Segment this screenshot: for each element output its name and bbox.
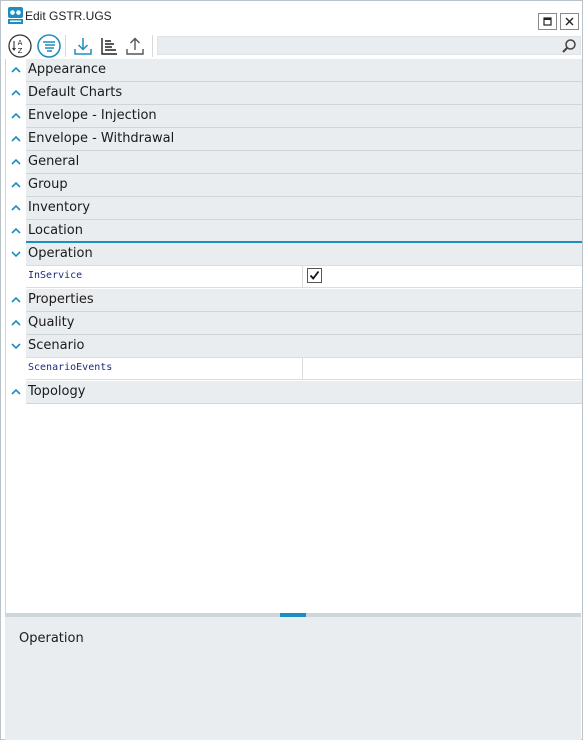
category-inventory[interactable]: Inventory [6, 197, 582, 220]
property-name-cell[interactable]: ScenarioEvents [26, 358, 303, 379]
category-label: Group [28, 177, 68, 192]
category-appearance[interactable]: Appearance [6, 59, 582, 82]
property-row-scenarioevents: ScenarioEvents [26, 357, 582, 380]
maximize-button[interactable] [538, 13, 557, 30]
search-input[interactable] [157, 36, 581, 55]
description-title: Operation [19, 631, 84, 646]
chevron-up-icon[interactable] [9, 224, 23, 238]
chevron-up-icon[interactable] [9, 109, 23, 123]
property-grid: Appearance Default Charts Envelope - Inj… [5, 59, 582, 614]
categorized-icon [37, 34, 61, 58]
toolbar: A Z [3, 32, 581, 59]
maximize-icon [543, 17, 552, 26]
chevron-up-icon[interactable] [9, 132, 23, 146]
category-label: Location [28, 223, 83, 238]
toolbar-separator [152, 35, 153, 57]
category-label: Properties [28, 292, 94, 307]
category-group[interactable]: Group [6, 174, 582, 197]
chevron-up-icon[interactable] [9, 201, 23, 215]
category-header [26, 381, 582, 404]
property-name: InService [28, 270, 83, 281]
toolbar-separator [65, 35, 66, 57]
category-header [26, 243, 582, 266]
chevron-up-icon[interactable] [9, 316, 23, 330]
category-envelope-injection[interactable]: Envelope - Injection [6, 105, 582, 128]
category-header [26, 335, 582, 358]
import-button[interactable] [70, 33, 96, 59]
property-row-inservice: InService [26, 265, 582, 288]
category-label: Appearance [28, 62, 107, 77]
category-location[interactable]: Location [6, 220, 582, 243]
property-value-cell[interactable] [304, 358, 581, 379]
category-quality[interactable]: Quality [6, 312, 582, 335]
category-operation[interactable]: Operation [6, 243, 582, 266]
category-scenario[interactable]: Scenario [6, 335, 582, 358]
tree-view-icon [101, 38, 117, 55]
edit-window: Edit GSTR.UGS A Z Appearance Default Cha… [0, 0, 583, 740]
category-label: General [28, 154, 80, 169]
export-icon [126, 37, 144, 55]
category-properties[interactable]: Properties [6, 289, 582, 312]
category-header [26, 174, 582, 197]
window-title: Edit GSTR.UGS [25, 9, 112, 23]
title-bar: Edit GSTR.UGS [1, 1, 582, 32]
chevron-down-icon[interactable] [9, 339, 23, 353]
category-label: Inventory [28, 200, 91, 215]
category-label: Operation [28, 246, 93, 261]
property-name-cell[interactable]: InService [26, 266, 303, 287]
property-value-cell[interactable] [304, 266, 581, 287]
checkmark-icon [309, 270, 320, 280]
property-name: ScenarioEvents [28, 362, 113, 373]
category-general[interactable]: General [6, 151, 582, 174]
category-label: Quality [28, 315, 75, 330]
description-panel: Operation [5, 617, 581, 740]
close-icon [565, 17, 574, 26]
categorized-button[interactable] [36, 33, 62, 59]
category-label: Topology [28, 384, 86, 399]
category-topology[interactable]: Topology [6, 381, 582, 404]
category-label: Scenario [28, 338, 85, 353]
category-label: Envelope - Injection [28, 108, 157, 123]
chevron-down-icon[interactable] [9, 247, 23, 261]
category-default-charts[interactable]: Default Charts [6, 82, 582, 105]
close-button[interactable] [560, 13, 579, 30]
export-button[interactable] [122, 33, 148, 59]
category-label: Default Charts [28, 85, 123, 100]
category-header [26, 289, 582, 312]
category-label: Envelope - Withdrawal [28, 131, 175, 146]
search-icon[interactable] [561, 38, 577, 54]
tree-view-button[interactable] [96, 33, 122, 59]
chevron-up-icon[interactable] [9, 155, 23, 169]
chevron-up-icon[interactable] [9, 293, 23, 307]
chevron-up-icon[interactable] [9, 385, 23, 399]
category-header [26, 59, 582, 82]
inservice-checkbox[interactable] [307, 268, 322, 283]
svg-text:Z: Z [18, 47, 23, 55]
category-header [26, 220, 582, 243]
category-envelope-withdrawal[interactable]: Envelope - Withdrawal [6, 128, 582, 151]
chevron-up-icon[interactable] [9, 178, 23, 192]
chevron-up-icon[interactable] [9, 86, 23, 100]
app-logo-icon [8, 7, 23, 24]
category-header [26, 312, 582, 335]
chevron-up-icon[interactable] [9, 63, 23, 77]
category-header [26, 197, 582, 220]
import-icon [74, 38, 92, 55]
sort-alphabetical-button[interactable]: A Z [7, 33, 33, 59]
category-header [26, 151, 582, 174]
sort-alphabetical-icon: A Z [8, 34, 32, 58]
svg-text:A: A [18, 39, 23, 47]
